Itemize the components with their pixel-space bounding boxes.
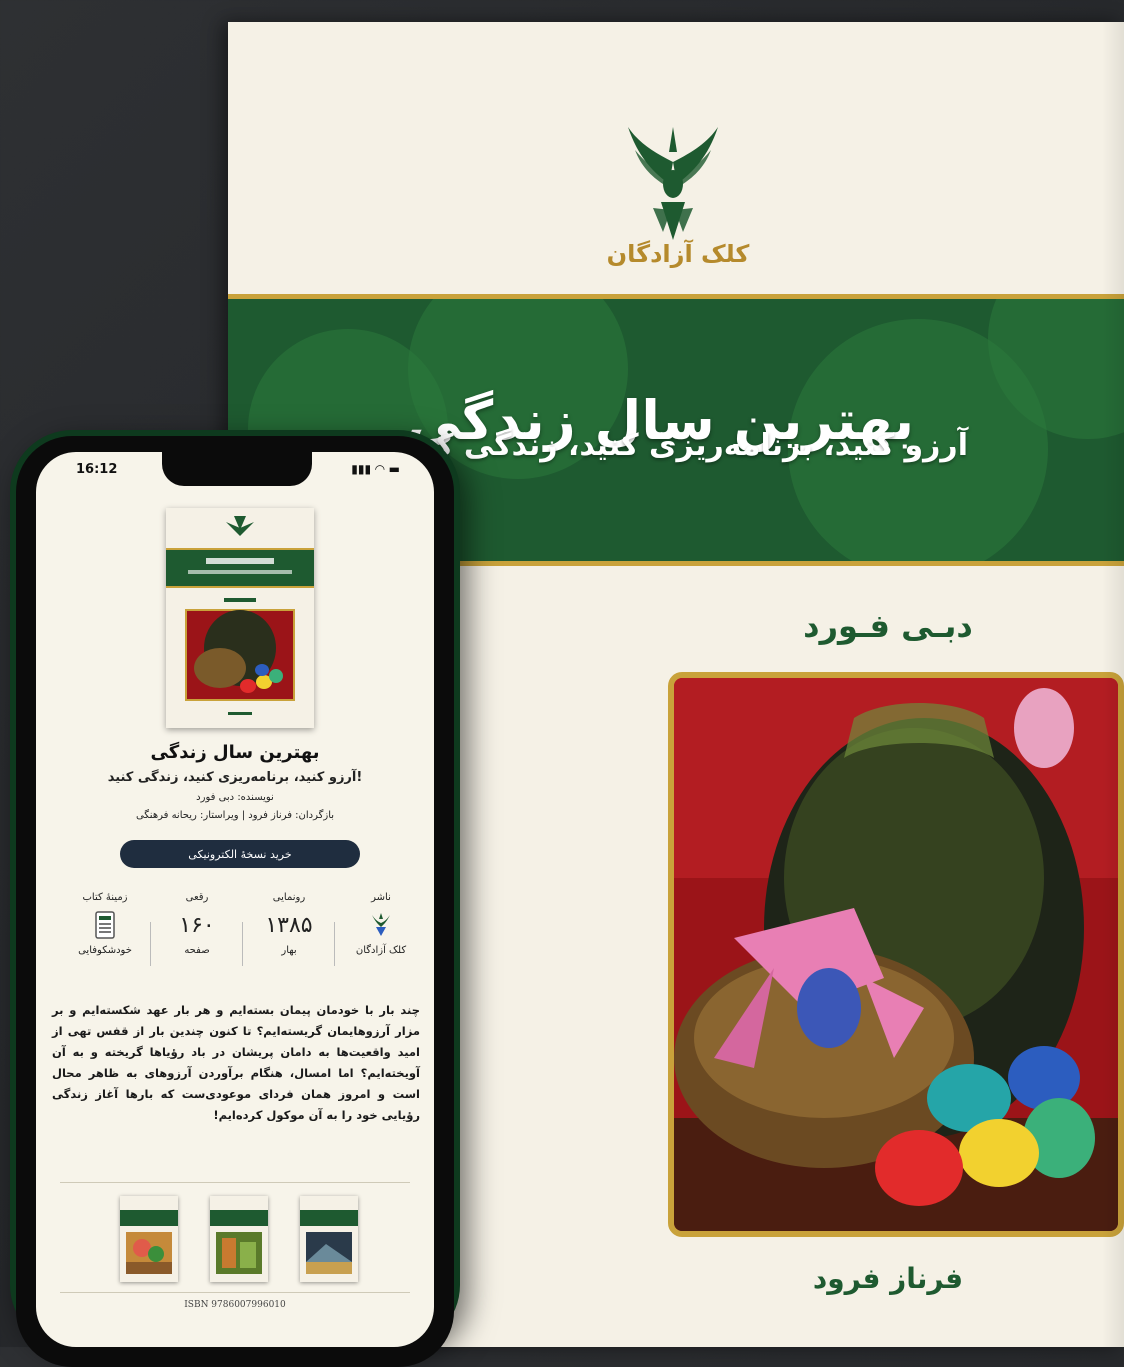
phone-screen: 16:12 ▮▮▮ ◠ ▬ بهترین سال زندگی آرزو کنید… (36, 452, 434, 1347)
phone-notch (162, 452, 312, 486)
buy-ebook-button[interactable]: خرید نسخهٔ الکترونیکی (120, 840, 360, 868)
phone-book-cover[interactable] (166, 508, 314, 728)
eagle-logo-icon (628, 127, 718, 240)
isbn-text: ISBN 9786007996010 (184, 1300, 286, 1310)
status-time: 16:12 (76, 462, 118, 477)
category-book-icon (60, 911, 150, 941)
publisher-logo-icon (336, 911, 426, 941)
meta-category: زمینهٔ کتاب خودشکوفایی (60, 892, 150, 956)
meta-pages: رقعی ۱۶۰ صفحه (152, 892, 242, 956)
meta-publisher: ناشر کلک آزادگان (336, 892, 426, 956)
cover-author: دبـی فـورد (803, 607, 973, 645)
phone-book-author: نویسنده: دبی فورد (196, 792, 274, 803)
related-book-thumbnail[interactable] (210, 1196, 268, 1282)
phone-mockup: 16:12 ▮▮▮ ◠ ▬ بهترین سال زندگی آرزو کنید… (10, 430, 460, 1367)
phone-book-credits: بازگردان: فرناز فرود | ویراستار: ریحانه … (135, 810, 335, 821)
related-divider-bottom (60, 1292, 410, 1293)
meta-publisher-label: ناشر (371, 892, 391, 903)
cover-publisher-name: کلک آزادگان (606, 240, 750, 268)
status-signal-wifi-battery-icon: ▮▮▮ ◠ ▬ (351, 462, 400, 476)
meta-year-label: رونمایی (272, 892, 306, 903)
book-thumbnail (166, 508, 314, 728)
meta-divider (150, 922, 151, 966)
meta-pages-caption: صفحه (184, 945, 210, 956)
meta-category-label: زمینهٔ کتاب (82, 892, 128, 903)
phone-book-title: بهترین سال زندگی (150, 742, 320, 763)
meta-year: رونمایی ۱۳۸۵ بهار (244, 892, 334, 956)
related-book-thumbnail[interactable] (120, 1196, 178, 1282)
related-divider-top (60, 1182, 410, 1183)
meta-divider (334, 922, 335, 966)
cover-photo-easter-eggs (668, 672, 1124, 1237)
meta-category-caption: خودشکوفایی (78, 945, 132, 956)
meta-year-caption: بهار (281, 945, 297, 956)
related-book-thumbnail[interactable] (300, 1196, 358, 1282)
easter-basket-illustration (674, 678, 1118, 1231)
meta-publisher-caption: کلک آزادگان (355, 945, 407, 956)
meta-pages-label: رقعی (185, 892, 209, 903)
meta-year-value: ۱۳۸۵ (265, 913, 313, 938)
phone-book-description: چند بار با خودمان پیمان بسته‌ایم و هر با… (52, 1003, 420, 1122)
meta-divider (242, 922, 243, 966)
meta-pages-value: ۱۶۰ (179, 913, 215, 938)
cover-spine-shade (1102, 22, 1124, 1347)
cover-translator: فرناز فرود (812, 1262, 964, 1295)
phone-book-subtitle: آرزو کنید، برنامه‌ریزی کنید، زندگی کنید! (107, 770, 363, 785)
